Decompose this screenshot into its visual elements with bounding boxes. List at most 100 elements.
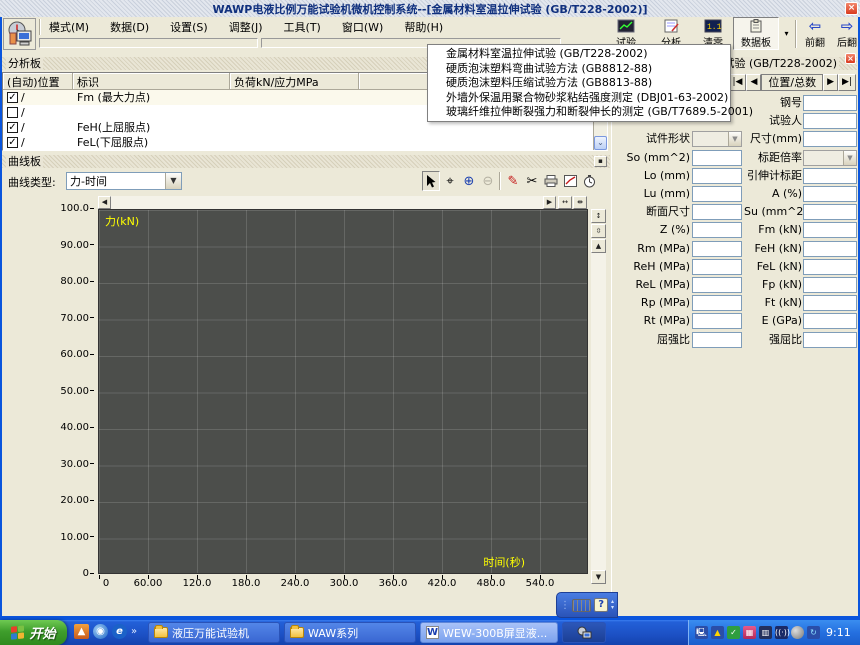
zoom-in-button[interactable]: ⊕ [460,171,478,191]
fit-full-height-icon[interactable]: ⇳ [591,224,606,238]
keyboard-icon[interactable] [572,599,591,612]
field-input-extensometer-gauge[interactable] [803,168,857,184]
field-input-Su[interactable] [803,204,857,220]
chevron-down-icon[interactable]: ⌄ [594,136,607,150]
update-icon[interactable]: ↻ [807,626,820,639]
column-header-id[interactable]: 标识 [73,73,230,90]
table-row[interactable]: ✓/ FeH(上屈服点) [3,120,607,135]
nav-next-button[interactable]: ▶ [823,74,838,91]
page-prev-button[interactable]: ⇦ 前翻 [799,17,831,50]
taskbar-item-waw-series[interactable]: WAW系列 [284,622,416,643]
field-select-specimen-shape[interactable]: ▼ [692,131,742,147]
menu-help[interactable]: 帮助(H) [401,18,446,36]
taskbar-item-current-app[interactable] [562,622,606,643]
cursor-tool-button[interactable] [422,171,440,191]
nav-first-button[interactable]: |◀ [729,74,747,91]
help-icon[interactable]: ? [594,598,608,612]
scroll-right-icon[interactable]: ▶ [543,196,556,209]
taskbar-item-wew300b-doc[interactable]: W WEW-300B屏显液... [420,622,558,643]
field-input-size[interactable] [803,131,857,147]
quick-launch-app-icon[interactable]: ▲ [74,624,89,639]
close-icon[interactable]: × [845,2,858,15]
menu-settings[interactable]: 设置(S) [167,18,211,36]
field-input-Rp[interactable] [692,295,742,311]
menu-window[interactable]: 窗口(W) [339,18,386,36]
network-icon[interactable]: 🖳 [695,626,708,639]
taskbar-item-hydraulic-utm[interactable]: 液压万能试验机 [148,622,280,643]
field-input-A[interactable] [803,186,857,202]
field-input-Z[interactable] [692,222,742,238]
menu-tools[interactable]: 工具(T) [281,18,324,36]
checkbox-checked[interactable]: ✓ [7,122,18,133]
film-grid-icon[interactable]: ▥ [759,626,772,639]
field-input-E[interactable] [803,313,857,329]
field-input-steel-no[interactable] [803,95,857,111]
nav-last-button[interactable]: ▶| [838,74,856,91]
datapad-button[interactable]: 数据板 [733,17,779,50]
menu-item-standard[interactable]: 外墙外保温用聚合物砂浆粘结强度测定 (DBJ01-63-2002) [428,91,730,106]
page-next-button[interactable]: ⇨ 后翻 [831,17,860,50]
field-input-tester[interactable] [803,113,857,129]
menu-data[interactable]: 数据(D) [107,18,152,36]
menu-mode[interactable]: 模式(M) [46,18,92,36]
fit-height-icon[interactable]: ↕ [591,209,606,223]
field-input-Ft[interactable] [803,295,857,311]
field-input-Lo[interactable] [692,168,742,184]
zoom-out-button[interactable]: ⊖ [479,171,497,191]
media-player-icon[interactable]: ◉ [93,624,108,639]
column-header-auto-position[interactable]: (自动)位置 [3,73,73,90]
menu-item-standard[interactable]: 硬质泡沫塑料压缩试验方法 (GB8813-88) [428,76,730,91]
cut-tool-button[interactable]: ✂ [523,171,541,191]
field-select-gauge-ratio[interactable]: ▼ [803,150,857,166]
close-icon[interactable]: × [845,53,856,64]
security-ok-icon[interactable]: ✓ [727,626,740,639]
ime-language-bar[interactable]: ⋮ ? ▴▾ [556,592,618,618]
menu-item-standard[interactable]: 玻璃纤维拉伸断裂强力和断裂伸长的测定 (GB/T7689.5-2001) [428,105,730,120]
timer-button[interactable] [580,171,598,191]
scroll-down-icon[interactable]: ▼ [591,570,606,584]
chevron-down-icon[interactable]: ▼ [165,173,181,189]
fit-width-icon[interactable]: ↔ [558,196,572,209]
volume-icon[interactable] [791,626,804,639]
checkbox-checked[interactable]: ✓ [7,92,18,103]
panel-collapse-button[interactable]: ▪ [594,156,607,167]
quick-launch-more-icon[interactable]: » [131,626,137,637]
field-input-Rt[interactable] [692,313,742,329]
wireless-signal-icon[interactable]: ((·)) [775,626,788,639]
network-warning-icon[interactable]: ▲ [711,626,724,639]
ime-options-icon[interactable]: ▴▾ [611,599,614,611]
field-input-Fm[interactable] [803,222,857,238]
start-button[interactable]: 开始 [0,620,67,645]
chart-plot-area[interactable]: 力(kN) 时间(秒) [98,209,588,574]
field-input-ReL[interactable] [692,277,742,293]
app-icon[interactable] [3,18,36,50]
v-scroll-track[interactable] [591,253,606,570]
h-scroll-track[interactable] [111,196,543,209]
field-input-Lu[interactable] [692,186,742,202]
field-input-fracture-size[interactable] [692,204,742,220]
app-tray-icon[interactable]: ▦ [743,626,756,639]
field-input-FeH[interactable] [803,241,857,257]
scroll-left-icon[interactable]: ◀ [98,196,111,209]
print-button[interactable] [542,171,560,191]
nav-prev-button[interactable]: ◀ [746,74,761,91]
menu-item-standard[interactable]: 金属材料室温拉伸试验 (GB/T228-2002) [428,47,730,62]
curve-type-select[interactable]: 力-时间 ▼ [66,172,182,190]
field-input-yield-strength-ratio[interactable] [692,332,742,348]
menu-item-standard[interactable]: 硬质泡沫塑料弯曲试验方法 (GB8812-88) [428,62,730,77]
checkbox-unchecked[interactable] [7,107,18,118]
field-input-ReH[interactable] [692,259,742,275]
table-row[interactable]: ✓/ FeL(下屈服点) [3,135,607,150]
datapad-dropdown-caret[interactable]: ▾ [781,21,792,47]
checkbox-checked[interactable]: ✓ [7,137,18,148]
field-input-Rm[interactable] [692,241,742,257]
crosshair-tool-button[interactable]: ⌖ [441,171,459,191]
scroll-up-icon[interactable]: ▲ [591,239,606,253]
field-input-Fp[interactable] [803,277,857,293]
chart-export-button[interactable] [561,171,579,191]
field-input-strength-yield-ratio[interactable] [803,332,857,348]
field-input-FeL[interactable] [803,259,857,275]
menu-adjust[interactable]: 调整(J) [226,18,266,36]
column-header-load[interactable]: 负荷kN/应力MPa [230,73,359,90]
fit-full-width-icon[interactable]: ⇼ [573,196,587,209]
